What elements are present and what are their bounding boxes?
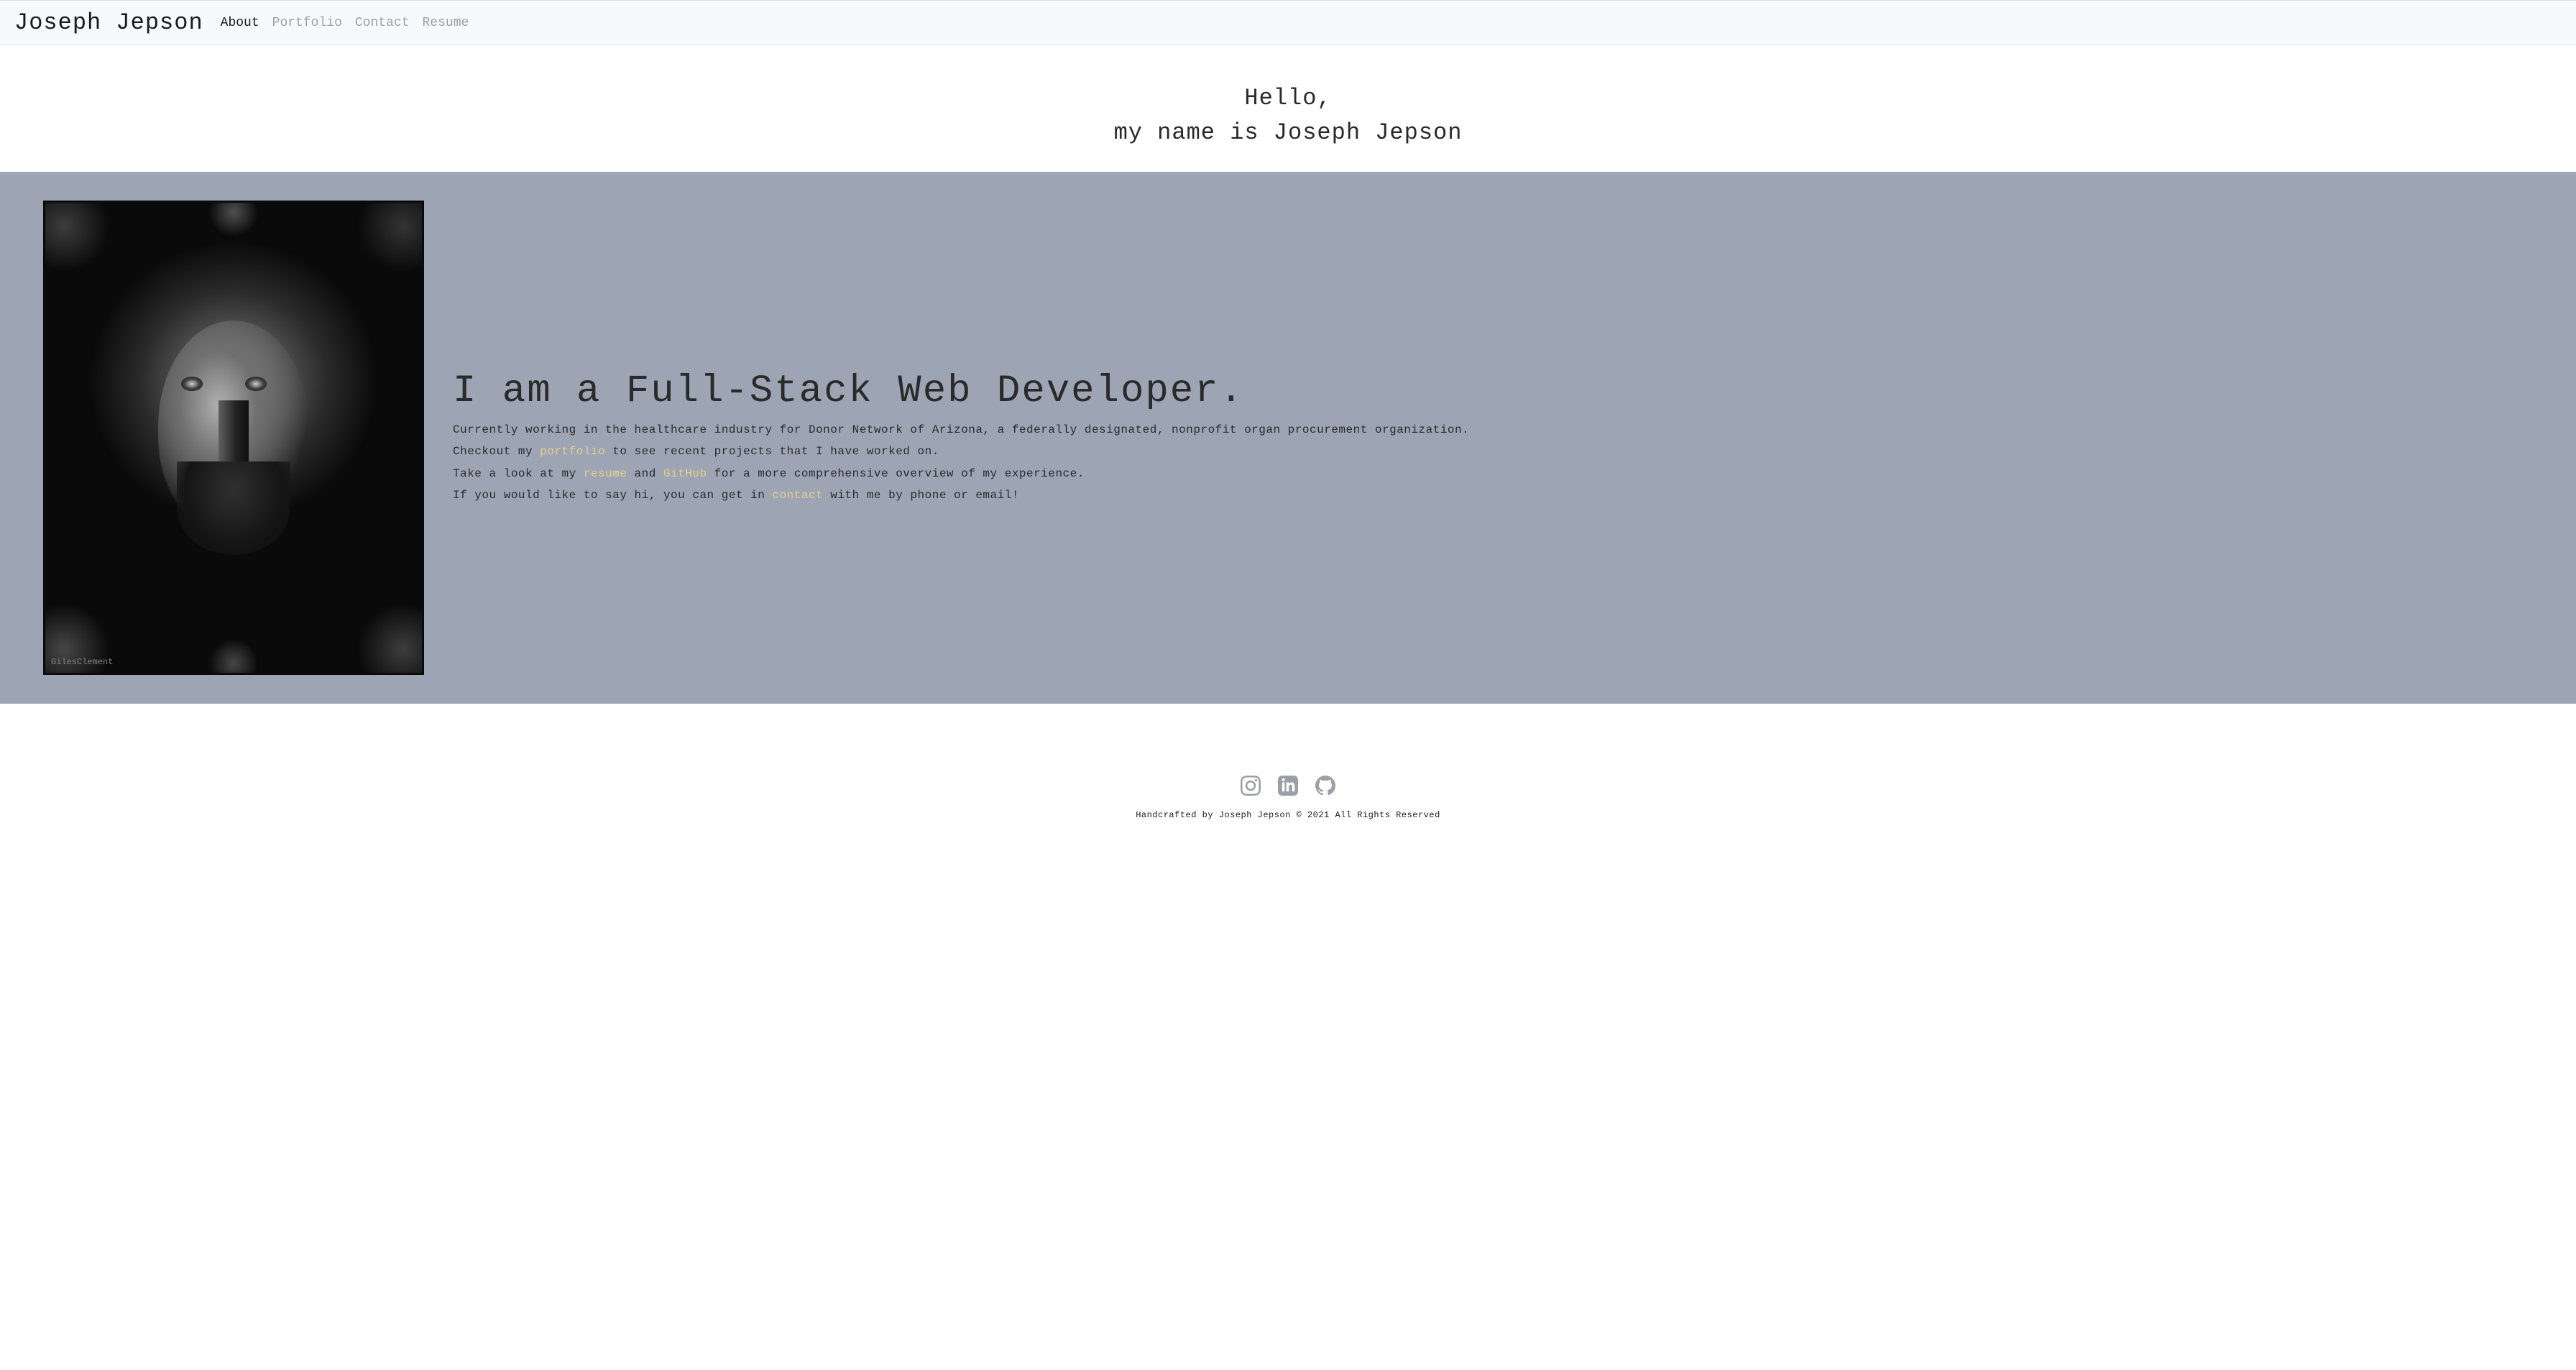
para-2: Checkout my portfolio to see recent proj…: [453, 441, 2533, 462]
para-4: If you would like to say hi, you can get…: [453, 484, 2533, 506]
github-link[interactable]: GitHub: [663, 467, 707, 480]
instagram-icon[interactable]: [1241, 776, 1261, 796]
body-text: Currently working in the healthcare indu…: [453, 419, 2533, 507]
hero-intro: Hello, my name is Joseph Jepson: [0, 45, 2576, 172]
nav-links: About Portfolio Contact Resume: [221, 16, 469, 30]
headline: I am a Full-Stack Web Developer.: [453, 369, 2533, 413]
content-text: I am a Full-Stack Web Developer. Current…: [453, 369, 2533, 507]
nav-link-portfolio[interactable]: Portfolio: [272, 16, 342, 30]
brand-name[interactable]: Joseph Jepson: [14, 9, 203, 36]
para-1: Currently working in the healthcare indu…: [453, 419, 2533, 441]
image-watermark: GilesClement: [51, 657, 113, 667]
navbar: Joseph Jepson About Portfolio Contact Re…: [0, 0, 2576, 45]
portfolio-link[interactable]: portfolio: [540, 445, 605, 458]
resume-link[interactable]: resume: [584, 467, 627, 480]
para-3: Take a look at my resume and GitHub for …: [453, 463, 2533, 484]
nav-link-about[interactable]: About: [221, 16, 259, 30]
footer-copyright: Handcrafted by Joseph Jepson © 2021 All …: [14, 810, 2562, 820]
nav-link-contact[interactable]: Contact: [355, 16, 410, 30]
footer: Handcrafted by Joseph Jepson © 2021 All …: [0, 704, 2576, 842]
hero-greeting-line2: my name is Joseph Jepson: [14, 116, 2562, 150]
main-section: GilesClement I am a Full-Stack Web Devel…: [0, 172, 2576, 704]
linkedin-icon[interactable]: [1278, 776, 1298, 796]
social-icons: [14, 776, 2562, 796]
github-icon[interactable]: [1315, 776, 1335, 796]
nav-link-resume[interactable]: Resume: [423, 16, 469, 30]
portrait-image: GilesClement: [43, 201, 424, 675]
contact-link[interactable]: contact: [772, 489, 823, 502]
hero-greeting-line1: Hello,: [14, 81, 2562, 116]
